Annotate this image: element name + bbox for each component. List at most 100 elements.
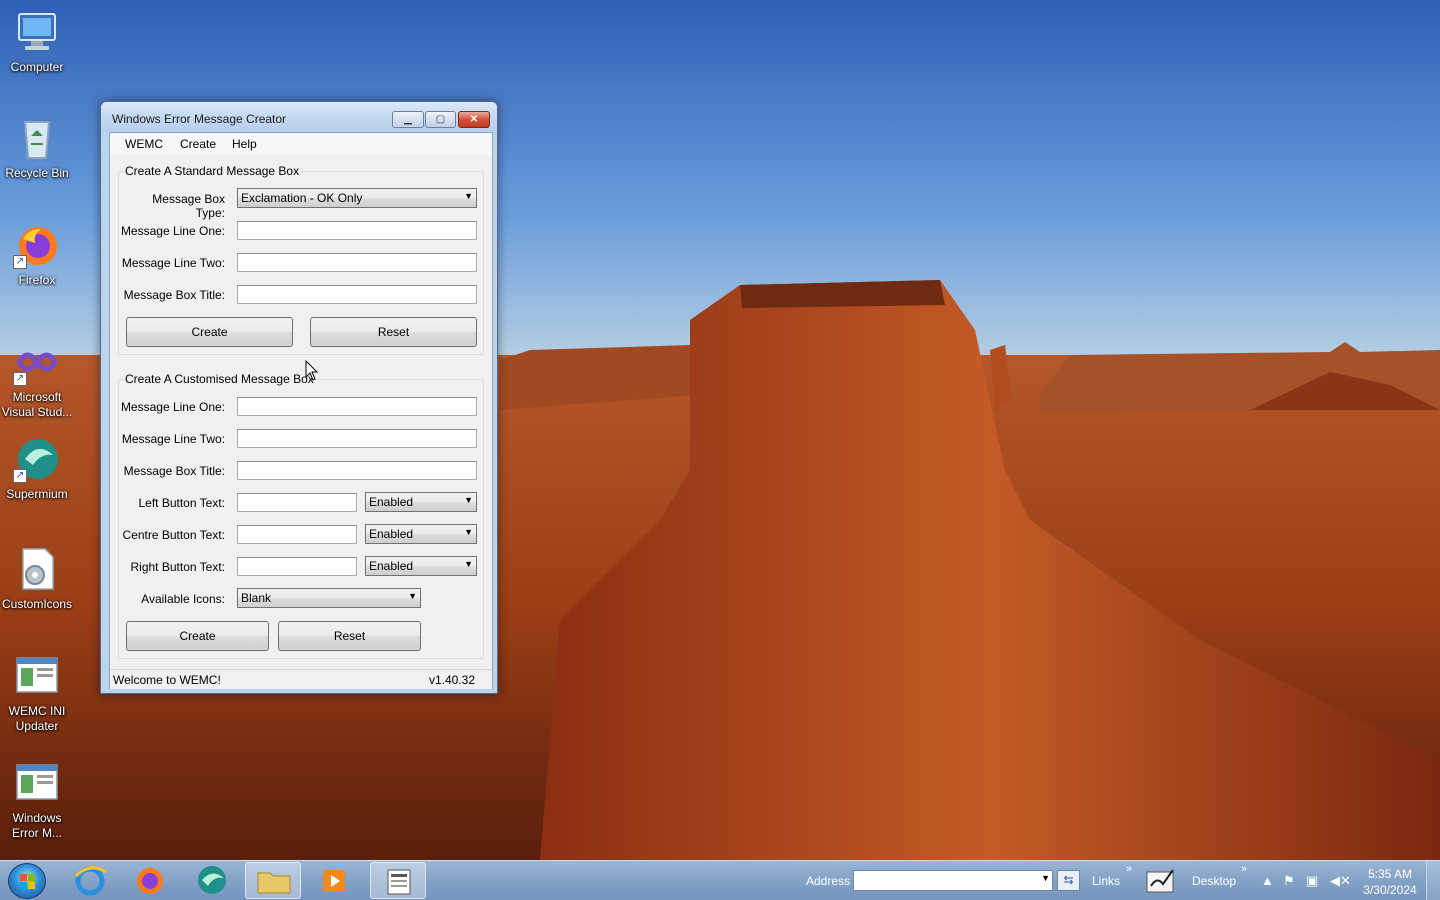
- desktop-icon-supermium[interactable]: ↗ Supermium: [0, 435, 74, 502]
- centre-button-state-value: Enabled: [369, 527, 414, 541]
- custom-group-label: Create A Customised Message Box: [125, 372, 316, 386]
- window-client-area: WEMC Create Help Create A Standard Messa…: [109, 132, 493, 689]
- right-button-label: Right Button Text:: [130, 560, 226, 574]
- volume-muted-icon[interactable]: ◀✕: [1330, 873, 1351, 889]
- taskbar-ie-button[interactable]: [62, 862, 118, 899]
- desktop-toolbar-label[interactable]: Desktop: [1192, 874, 1236, 888]
- version-label: v1.40.32: [428, 673, 475, 687]
- start-button[interactable]: [8, 863, 46, 899]
- status-message: Welcome to WEMC!: [113, 673, 221, 687]
- desktop-icon-ini-updater[interactable]: WEMC INI Updater: [0, 652, 74, 734]
- maximize-icon: ▢: [435, 114, 446, 125]
- wemc-app-icon: [387, 869, 411, 895]
- custom-line-two-input[interactable]: [237, 429, 477, 448]
- supermium-icon: [198, 866, 226, 894]
- taskbar-media-player-button[interactable]: [307, 862, 363, 899]
- desktop-icon-recycle-bin[interactable]: Recycle Bin: [0, 114, 74, 181]
- address-input[interactable]: ▼: [853, 870, 1053, 891]
- close-icon: ✕: [469, 114, 479, 125]
- centre-button-text-input[interactable]: [237, 525, 357, 544]
- minimize-icon: ▁: [404, 114, 412, 125]
- taskbar: Address ▼ ⇆ Links » Desktop » ▲ ⚑ ▣ ◀✕ 5…: [0, 860, 1440, 900]
- custom-line-one-input[interactable]: [237, 397, 477, 416]
- desktop-icon-computer[interactable]: Computer: [0, 8, 74, 75]
- taskbar-firefox-button[interactable]: [122, 862, 178, 899]
- centre-button-label: Centre Button Text:: [122, 528, 225, 542]
- menu-create[interactable]: Create: [180, 137, 216, 151]
- folder-icon: [257, 872, 291, 894]
- close-button[interactable]: ✕: [458, 111, 490, 128]
- right-button-text-input[interactable]: [237, 557, 357, 576]
- desktop-chevron-icon[interactable]: »: [1241, 863, 1247, 875]
- menu-help[interactable]: Help: [232, 137, 257, 151]
- wemc-window: Windows Error Message Creator ▁ ▢ ✕ WEMC…: [100, 101, 498, 694]
- wemc-app-icon: [13, 759, 61, 807]
- standard-group-label: Create A Standard Message Box: [125, 164, 302, 178]
- show-desktop-button[interactable]: [1426, 861, 1440, 900]
- taskbar-wemc-button[interactable]: [370, 862, 426, 899]
- message-box-type-value: Exclamation - OK Only: [241, 191, 363, 205]
- window-title: Windows Error Message Creator: [112, 112, 287, 126]
- left-button-state-select[interactable]: Enabled ▼: [365, 492, 477, 512]
- message-box-type-select[interactable]: Exclamation - OK Only ▼: [237, 188, 477, 208]
- tray-expand-icon[interactable]: ▲: [1261, 873, 1274, 888]
- desktop-icon-custom-icons[interactable]: CustomIcons: [0, 545, 74, 612]
- menu-wemc[interactable]: WEMC: [125, 137, 163, 151]
- available-icons-select[interactable]: Blank ▼: [237, 588, 421, 608]
- desktop-icon-visual-studio[interactable]: ↗ Microsoft Visual Stud...: [0, 338, 74, 420]
- std-line-one-input[interactable]: [237, 221, 477, 240]
- desktop-icon-label: Computer: [10, 60, 64, 74]
- clock-date: 3/30/2024: [1363, 883, 1417, 897]
- std-line-one-label: Message Line One:: [120, 224, 225, 238]
- network-icon[interactable]: ▣: [1306, 873, 1318, 889]
- available-icons-label: Available Icons:: [141, 592, 225, 606]
- signature-pen-icon[interactable]: [1145, 866, 1177, 896]
- std-reset-button[interactable]: Reset: [310, 317, 477, 347]
- custom-create-button[interactable]: Create: [126, 621, 269, 651]
- status-bar: Welcome to WEMC! v1.40.32: [110, 669, 492, 689]
- desktop-icon-label: Supermium: [6, 487, 68, 501]
- recycle-bin-icon: [13, 114, 61, 162]
- clock[interactable]: 5:35 AM 3/30/2024: [1360, 866, 1420, 898]
- title-bar[interactable]: Windows Error Message Creator ▁ ▢ ✕: [101, 102, 497, 132]
- std-create-button[interactable]: Create: [126, 317, 293, 347]
- custom-line-two-label: Message Line Two:: [121, 432, 225, 446]
- internet-explorer-icon: [74, 866, 107, 896]
- shortcut-arrow-icon: ↗: [13, 469, 27, 483]
- std-title-input[interactable]: [237, 285, 477, 304]
- left-button-text-input[interactable]: [237, 493, 357, 512]
- custom-reset-button[interactable]: Reset: [278, 621, 421, 651]
- dropdown-arrow-icon: ▼: [464, 191, 473, 201]
- firefox-icon: [137, 868, 163, 894]
- desktop-icon-wemc[interactable]: Windows Error M...: [0, 759, 74, 841]
- desktop-icon-label: Microsoft Visual Stud...: [1, 390, 73, 419]
- custom-title-label: Message Box Title:: [123, 464, 225, 478]
- desktop-icon-label: Recycle Bin: [5, 166, 69, 180]
- available-icons-value: Blank: [241, 591, 272, 605]
- dropdown-arrow-icon: ▼: [464, 559, 473, 569]
- visual-studio-icon: ↗: [13, 338, 61, 386]
- shortcut-arrow-icon: ↗: [13, 372, 27, 386]
- address-go-button[interactable]: ⇆: [1057, 870, 1080, 891]
- custom-icons-icon: [13, 545, 61, 593]
- desktop-icon-firefox[interactable]: ↗ Firefox: [0, 221, 74, 288]
- custom-title-input[interactable]: [237, 461, 477, 480]
- firefox-icon: ↗: [13, 221, 61, 269]
- taskbar-explorer-button[interactable]: [245, 862, 301, 899]
- centre-button-state-select[interactable]: Enabled ▼: [365, 524, 477, 544]
- chevron-down-icon[interactable]: ▼: [1041, 873, 1050, 883]
- std-line-two-label: Message Line Two:: [121, 256, 225, 270]
- action-center-flag-icon[interactable]: ⚑: [1283, 873, 1295, 889]
- dropdown-arrow-icon: ▼: [408, 591, 417, 601]
- ini-updater-icon: [13, 652, 61, 700]
- links-toolbar-label[interactable]: Links: [1092, 874, 1120, 888]
- minimize-button[interactable]: ▁: [392, 111, 424, 128]
- maximize-button[interactable]: ▢: [425, 111, 456, 128]
- computer-icon: [13, 8, 61, 56]
- std-line-two-input[interactable]: [237, 253, 477, 272]
- desktop-icon-label: CustomIcons: [1, 597, 73, 611]
- right-button-state-select[interactable]: Enabled ▼: [365, 556, 477, 576]
- taskbar-supermium-button[interactable]: [184, 862, 240, 899]
- std-title-label: Message Box Title:: [123, 288, 225, 302]
- links-chevron-icon[interactable]: »: [1126, 863, 1132, 875]
